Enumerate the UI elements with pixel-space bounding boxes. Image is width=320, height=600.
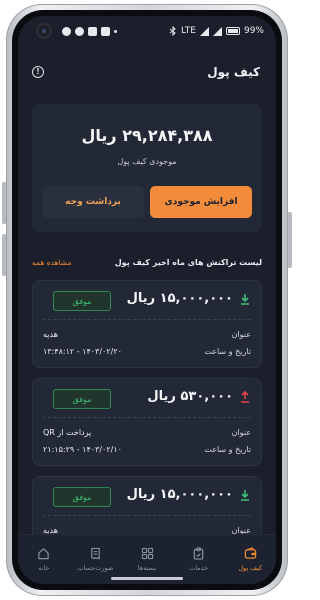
title-value: هدیه bbox=[43, 330, 58, 339]
page-header: کیف پول ! bbox=[18, 60, 276, 84]
transaction-divider bbox=[43, 515, 251, 516]
incoming-arrow-icon bbox=[241, 294, 249, 305]
home-indicator[interactable] bbox=[111, 577, 183, 580]
withdraw-button[interactable]: برداشت وجه bbox=[42, 186, 144, 218]
transaction-top: ۱۵,۰۰۰,۰۰۰ ریال موفق bbox=[43, 281, 251, 317]
outgoing-arrow-icon bbox=[241, 391, 249, 403]
bluetooth-icon bbox=[169, 26, 176, 36]
whatsapp-icon bbox=[62, 26, 71, 36]
transactions-title: لیست تراکنش های ماه اخیر کیف پول bbox=[114, 258, 262, 267]
datetime-value: ۱۴۰۳/۰۲/۲۰ - ۱۳:۴۸:۱۲ bbox=[43, 347, 122, 356]
front-camera bbox=[38, 25, 50, 37]
transaction-datetime-row: تاریخ و ساعت ۱۴۰۳/۰۲/۱۰ - ۲۱:۱۵:۲۹ bbox=[43, 445, 251, 454]
transaction-card[interactable]: ۱۵,۰۰۰,۰۰۰ ریال موفق عنوان هدیه تاریخ و … bbox=[32, 280, 262, 368]
transaction-title-row: عنوان پرداخت از QR bbox=[43, 428, 251, 437]
status-bar: LTE 99% bbox=[18, 16, 276, 46]
balance-card: ۲۹,۲۸۴,۳۸۸ ریال موجودی کیف پول افزایش مو… bbox=[32, 104, 262, 232]
battery-level: 99% bbox=[243, 26, 264, 36]
info-icon[interactable]: ! bbox=[32, 66, 44, 78]
status-badge: موفق bbox=[53, 291, 111, 311]
status-badge: موفق bbox=[53, 487, 111, 507]
balance-actions: افزایش موجودی برداشت وجه bbox=[42, 186, 252, 218]
see-all-link[interactable]: مشاهده همه bbox=[32, 258, 72, 267]
increase-balance-button[interactable]: افزایش موجودی bbox=[150, 186, 252, 218]
transaction-amount: ۵۳۰,۰۰۰ ریال bbox=[147, 389, 233, 404]
title-label: عنوان bbox=[231, 330, 251, 339]
datetime-value: ۱۴۰۳/۰۲/۱۰ - ۲۱:۱۵:۲۹ bbox=[43, 445, 122, 454]
transaction-divider bbox=[43, 417, 251, 418]
nav-item-home[interactable]: خانه bbox=[18, 535, 70, 584]
transaction-top: ۵۳۰,۰۰۰ ریال موفق bbox=[43, 379, 251, 415]
transaction-amount: ۱۵,۰۰۰,۰۰۰ ریال bbox=[126, 291, 233, 306]
nav-label: صورت‌حساب bbox=[77, 564, 114, 572]
clipboard-icon bbox=[193, 547, 204, 560]
transaction-top: ۱۵,۰۰۰,۰۰۰ ریال موفق bbox=[43, 477, 251, 513]
nav-label: خدمات bbox=[189, 564, 209, 572]
grid-icon bbox=[141, 547, 153, 560]
status-left bbox=[38, 25, 117, 37]
nav-item-wallet[interactable]: کیف پول bbox=[224, 535, 276, 584]
transaction-datetime-row: تاریخ و ساعت ۱۴۰۳/۰۲/۲۰ - ۱۳:۴۸:۱۲ bbox=[43, 347, 251, 356]
status-badge: موفق bbox=[53, 389, 111, 409]
wifi-icon bbox=[212, 26, 222, 36]
youtube-icon bbox=[88, 26, 97, 36]
datetime-label: تاریخ و ساعت bbox=[204, 347, 251, 356]
network-type: LTE bbox=[181, 26, 196, 36]
transaction-divider bbox=[43, 319, 251, 320]
receipt-icon bbox=[91, 547, 100, 560]
nav-label: خانه bbox=[38, 564, 50, 572]
home-icon bbox=[38, 548, 50, 560]
youtube-icon-2 bbox=[101, 26, 110, 36]
phone-frame: LTE 99% کیف پول ! ۲۹,۲۸۴,۳۸۸ ریال موجودی… bbox=[6, 4, 288, 596]
more-notifications-icon bbox=[114, 29, 117, 33]
bottom-navigation: کیف پول خدمات bbox=[18, 534, 276, 584]
transactions-header: لیست تراکنش های ماه اخیر کیف پول مشاهده … bbox=[32, 258, 262, 267]
incoming-arrow-icon bbox=[241, 490, 249, 501]
transaction-amount: ۱۵,۰۰۰,۰۰۰ ریال bbox=[126, 487, 233, 502]
phone-bezel: LTE 99% کیف پول ! ۲۹,۲۸۴,۳۸۸ ریال موجودی… bbox=[12, 10, 282, 590]
transaction-title-row: عنوان هدیه bbox=[43, 330, 251, 339]
wallet-icon bbox=[244, 547, 256, 559]
title-value: پرداخت از QR bbox=[43, 428, 92, 437]
transaction-card[interactable]: ۵۳۰,۰۰۰ ریال موفق عنوان پرداخت از QR تار… bbox=[32, 378, 262, 466]
title-label: عنوان bbox=[231, 428, 251, 437]
app-screen: LTE 99% کیف پول ! ۲۹,۲۸۴,۳۸۸ ریال موجودی… bbox=[18, 16, 276, 584]
signal-icon bbox=[199, 26, 209, 36]
status-right: LTE 99% bbox=[169, 26, 264, 36]
datetime-label: تاریخ و ساعت bbox=[204, 445, 251, 454]
nav-label: بسته‌ها bbox=[137, 564, 157, 572]
balance-label: موجودی کیف پول bbox=[117, 157, 177, 166]
nav-label: کیف پول bbox=[238, 564, 263, 572]
balance-amount: ۲۹,۲۸۴,۳۸۸ ریال bbox=[81, 126, 213, 145]
page-title: کیف پول bbox=[207, 65, 260, 79]
battery-icon bbox=[225, 27, 240, 35]
chat-icon bbox=[75, 26, 84, 36]
